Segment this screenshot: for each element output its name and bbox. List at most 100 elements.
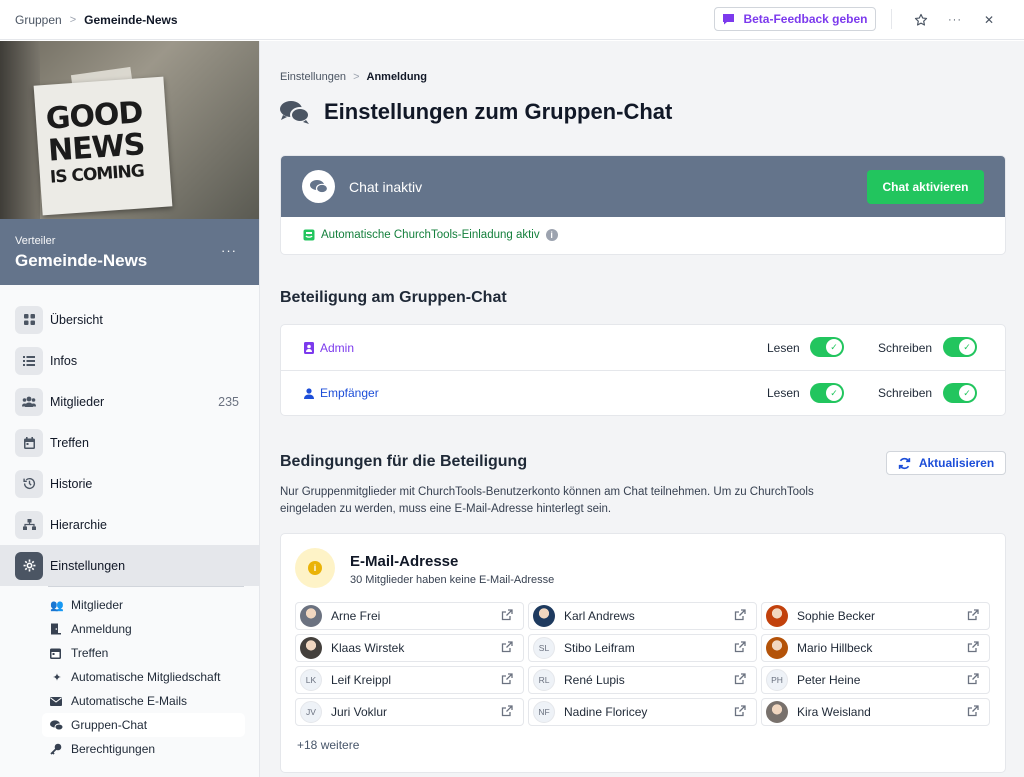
external-link-icon[interactable] <box>734 705 746 717</box>
sidebar-item-mitglieder[interactable]: Mitglieder 235 <box>0 381 259 422</box>
users-icon: 👥 <box>50 599 64 612</box>
door-icon <box>50 623 64 635</box>
member-item[interactable]: JV Juri Voklur <box>295 698 524 726</box>
member-name: Klaas Wirstek <box>331 641 405 655</box>
member-item[interactable]: RL René Lupis <box>528 666 757 694</box>
beta-feedback-button[interactable]: Beta-Feedback geben <box>714 7 876 31</box>
check-icon: ✓ <box>826 339 842 355</box>
sidebar-item-hierarchie[interactable]: Hierarchie <box>0 504 259 545</box>
participation-card: Admin Lesen ✓ Schreiben ✓ Empfänger Lese… <box>280 324 1006 416</box>
external-link-icon[interactable] <box>967 673 979 685</box>
external-link-icon[interactable] <box>967 705 979 717</box>
member-item[interactable]: SL Stibo Leifram <box>528 634 757 662</box>
chevron-right-icon: > <box>353 71 360 83</box>
avatar <box>300 637 322 659</box>
group-type: Verteiler <box>15 235 56 247</box>
hierarchy-icon <box>15 510 43 539</box>
chat-status-text: Chat inaktiv <box>349 178 423 195</box>
more-icon[interactable]: ··· <box>945 10 965 30</box>
sidebar-item-einstellungen[interactable]: Einstellungen <box>0 545 259 586</box>
external-link-icon[interactable] <box>501 641 513 653</box>
sidebar-item-label: Hierarchie <box>50 517 107 532</box>
avatar: PH <box>766 669 788 691</box>
avatar <box>300 605 322 627</box>
external-link-icon[interactable] <box>967 641 979 653</box>
close-icon[interactable]: ✕ <box>979 10 999 30</box>
sub-item-gruppen-chat[interactable]: Gruppen-Chat <box>42 713 245 737</box>
member-count: 235 <box>218 394 239 409</box>
external-link-icon[interactable] <box>501 705 513 717</box>
external-link-icon[interactable] <box>501 609 513 621</box>
users-icon <box>15 387 43 416</box>
sidebar-item-label: Mitglieder <box>50 394 105 409</box>
group-cover-image: GOOD NEWS IS COMING <box>0 41 259 219</box>
page-title-text: Einstellungen zum Gruppen-Chat <box>324 99 673 124</box>
sub-item-treffen[interactable]: Treffen <box>42 641 245 665</box>
empfaenger-read-toggle[interactable]: ✓ <box>810 383 844 403</box>
calendar-icon <box>15 428 43 457</box>
chat-status-card: Chat inaktiv Chat aktivieren Automatisch… <box>280 155 1006 255</box>
cover-text-news: NEWS <box>47 127 146 169</box>
external-link-icon[interactable] <box>967 609 979 621</box>
sub-item-automatische-emails[interactable]: Automatische E-Mails <box>42 689 245 713</box>
member-item[interactable]: PH Peter Heine <box>761 666 990 694</box>
divider <box>891 9 892 29</box>
member-name: Stibo Leifram <box>564 641 635 655</box>
more-members-link[interactable]: +18 weitere <box>297 738 359 752</box>
external-link-icon[interactable] <box>734 641 746 653</box>
sub-item-label: Gruppen-Chat <box>71 718 148 732</box>
external-link-icon[interactable] <box>734 673 746 685</box>
activate-chat-button[interactable]: Chat aktivieren <box>867 170 984 204</box>
sub-item-label: Automatische Mitgliedschaft <box>71 670 221 684</box>
member-item[interactable]: LK Leif Kreippl <box>295 666 524 694</box>
sidebar-item-historie[interactable]: Historie <box>0 463 259 504</box>
refresh-button[interactable]: Aktualisieren <box>886 451 1006 475</box>
member-item[interactable]: NF Nadine Floricey <box>528 698 757 726</box>
member-name: Nadine Floricey <box>564 705 648 719</box>
auto-invite-label: Automatische ChurchTools-Einladung aktiv <box>321 229 540 241</box>
member-item[interactable]: Kira Weisland <box>761 698 990 726</box>
role-empfaenger[interactable]: Empfänger <box>304 386 379 400</box>
sparkles-icon: ✦ <box>52 671 62 684</box>
sub-item-automatische-mitgliedschaft[interactable]: ✦ Automatische Mitgliedschaft <box>42 665 245 689</box>
history-icon <box>15 469 43 498</box>
sidebar-item-uebersicht[interactable]: Übersicht <box>0 299 259 340</box>
admin-read-toggle[interactable]: ✓ <box>810 337 844 357</box>
sub-item-berechtigungen[interactable]: Berechtigungen <box>42 737 245 761</box>
member-item[interactable]: Arne Frei <box>295 602 524 630</box>
check-icon: ✓ <box>959 385 975 401</box>
list-icon <box>15 346 43 375</box>
external-link-icon[interactable] <box>501 673 513 685</box>
member-name: Arne Frei <box>331 609 381 623</box>
member-name: Mario Hillbeck <box>797 641 873 655</box>
star-icon[interactable] <box>911 10 931 30</box>
admin-write-toggle[interactable]: ✓ <box>943 337 977 357</box>
group-more-icon[interactable]: ··· <box>221 243 237 258</box>
sidebar-item-treffen[interactable]: Treffen <box>0 422 259 463</box>
sidebar-item-infos[interactable]: Infos <box>0 340 259 381</box>
warning-icon: i <box>295 548 335 588</box>
conditions-title: Bedingungen für die Beteiligung <box>280 453 528 470</box>
member-item[interactable]: Mario Hillbeck <box>761 634 990 662</box>
sub-item-anmeldung[interactable]: Anmeldung <box>42 617 245 641</box>
empfaenger-write-toggle[interactable]: ✓ <box>943 383 977 403</box>
external-link-icon[interactable] <box>734 609 746 621</box>
settings-breadcrumb: Einstellungen > Anmeldung <box>280 71 427 83</box>
sidebar-item-label: Infos <box>50 353 78 368</box>
breadcrumb: Gruppen > Gemeinde-News <box>15 13 178 27</box>
auto-invite-status: Automatische ChurchTools-Einladung aktiv… <box>303 229 558 241</box>
info-icon[interactable]: i <box>545 229 558 241</box>
sub-item-mitglieder[interactable]: 👥 Mitglieder <box>42 593 245 617</box>
sub-item-label: Anmeldung <box>71 622 132 636</box>
sidebar-item-label: Historie <box>50 476 93 491</box>
member-item[interactable]: Karl Andrews <box>528 602 757 630</box>
breadcrumb-einstellungen[interactable]: Einstellungen <box>280 71 346 83</box>
sidebar-nav: Übersicht Infos Mitglieder 235 Treffen H… <box>0 299 259 761</box>
member-item[interactable]: Klaas Wirstek <box>295 634 524 662</box>
breadcrumb-gruppen[interactable]: Gruppen <box>15 13 62 27</box>
role-admin[interactable]: Admin <box>304 341 354 355</box>
member-item[interactable]: Sophie Becker <box>761 602 990 630</box>
check-icon: ✓ <box>959 339 975 355</box>
chat-icon <box>302 170 335 203</box>
role-name: Admin <box>320 340 355 355</box>
